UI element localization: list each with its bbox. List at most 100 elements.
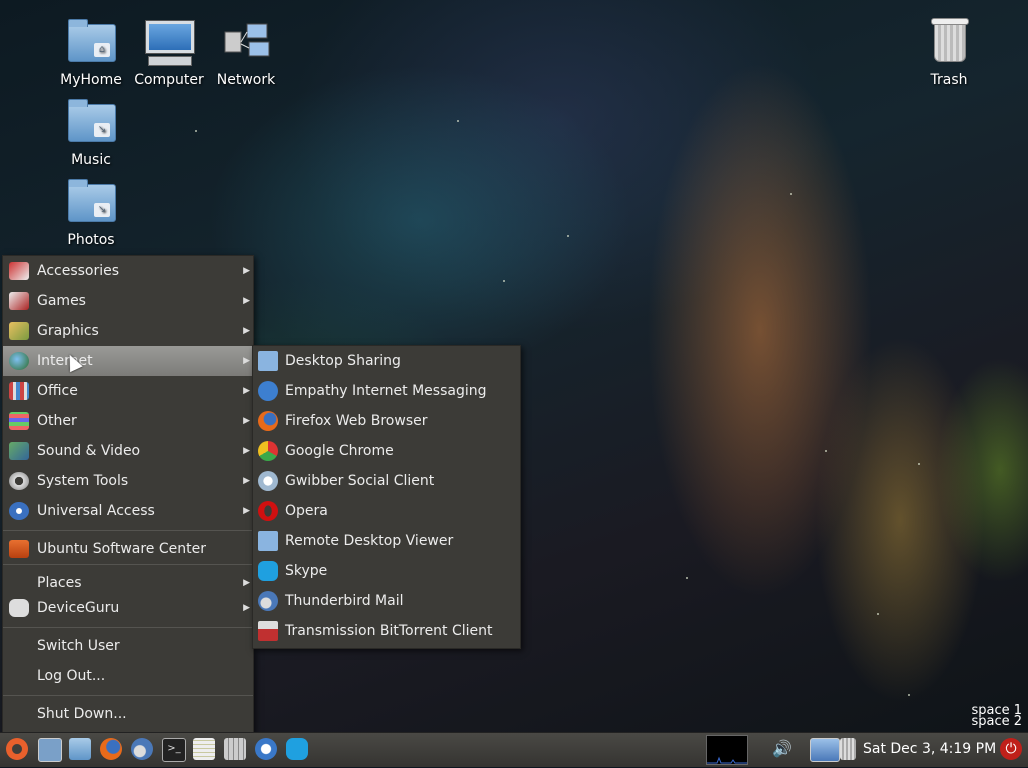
submenu-arrow-icon: ▶ — [243, 266, 250, 276]
submenu-item-label: Google Chrome — [285, 443, 394, 459]
opera-icon — [258, 501, 278, 521]
menu-item-internet[interactable]: Internet ▶ — [3, 346, 253, 376]
show-desktop-icon[interactable] — [38, 738, 62, 762]
menu-item-label: Graphics — [37, 323, 99, 339]
ubuntu-menu-icon[interactable] — [6, 738, 28, 760]
desktop-icon-label: Photos — [67, 232, 115, 248]
desktop-icon-label: Trash — [930, 72, 968, 88]
workspace-2-label[interactable]: space 2 — [971, 715, 1022, 728]
submenu-item-gwibber[interactable]: Gwibber Social Client — [253, 466, 520, 496]
submenu-item-label: Skype — [285, 563, 328, 579]
desktop-icon-label: Network — [216, 72, 276, 88]
submenu-item-desktop-sharing[interactable]: Desktop Sharing — [253, 346, 520, 376]
volume-icon[interactable]: 🔊 — [771, 738, 793, 760]
menu-item-deviceguru[interactable]: DeviceGuru ▶ — [3, 593, 253, 623]
menu-item-label: DeviceGuru — [37, 600, 120, 616]
sound-video-icon — [9, 442, 29, 460]
chrome-icon — [258, 441, 278, 461]
menu-item-graphics[interactable]: Graphics ▶ — [3, 316, 253, 346]
trash-icon — [931, 18, 969, 62]
skype-icon[interactable] — [286, 738, 308, 760]
submenu-item-empathy[interactable]: Empathy Internet Messaging — [253, 376, 520, 406]
deviceguru-icon — [9, 599, 29, 617]
submenu-item-transmission[interactable]: Transmission BitTorrent Client — [253, 616, 520, 646]
photos-folder-icon: ↘ — [68, 179, 116, 222]
firefox-icon[interactable] — [100, 738, 122, 760]
music-folder-icon: ↘ — [68, 99, 116, 142]
office-icon — [9, 382, 29, 400]
workspace-indicator[interactable]: space 1 space 2 — [971, 704, 1022, 728]
cpu-monitor-icon[interactable] — [706, 735, 748, 765]
thunderbird-icon[interactable] — [131, 738, 153, 760]
desktop-sharing-icon — [258, 351, 278, 371]
menu-item-ubuntu-software-center[interactable]: Ubuntu Software Center — [3, 534, 253, 564]
text-editor-icon[interactable] — [193, 738, 215, 760]
internet-icon — [9, 352, 29, 370]
power-icon[interactable]: ⏻ — [1000, 738, 1022, 760]
desktop-icon-label: Music — [71, 152, 111, 168]
menu-item-shut-down[interactable]: Shut Down... — [3, 699, 253, 729]
accessories-icon — [9, 262, 29, 280]
submenu-arrow-icon: ▶ — [243, 296, 250, 306]
universal-access-icon — [9, 502, 29, 520]
submenu-arrow-icon: ▶ — [243, 603, 250, 613]
menu-item-accessories[interactable]: Accessories ▶ — [3, 256, 253, 286]
submenu-arrow-icon: ▶ — [243, 386, 250, 396]
firefox-icon — [258, 411, 278, 431]
remote-desktop-icon — [258, 531, 278, 551]
submenu-arrow-icon: ▶ — [243, 326, 250, 336]
trash-icon[interactable] — [840, 738, 856, 760]
menu-item-log-out[interactable]: Log Out... — [3, 661, 253, 691]
transmission-icon — [258, 621, 278, 641]
empathy-icon — [258, 381, 278, 401]
network-icon[interactable] — [810, 738, 840, 762]
menu-item-label: Universal Access — [37, 503, 155, 519]
desktop-icon-computer[interactable]: Computer — [130, 18, 208, 88]
menu-separator — [3, 695, 253, 696]
taskbar: >_ 🔊 Sat Dec 3, 4:19 PM ⏻ — [0, 732, 1028, 767]
clock[interactable]: Sat Dec 3, 4:19 PM — [863, 733, 996, 767]
submenu-item-opera[interactable]: Opera — [253, 496, 520, 526]
menu-item-universal-access[interactable]: Universal Access ▶ — [3, 496, 253, 526]
submenu-item-firefox[interactable]: Firefox Web Browser — [253, 406, 520, 436]
menu-item-sound-video[interactable]: Sound & Video ▶ — [3, 436, 253, 466]
submenu-arrow-icon: ▶ — [243, 356, 250, 366]
submenu-item-label: Firefox Web Browser — [285, 413, 428, 429]
menu-item-label: Accessories — [37, 263, 120, 279]
applications-menu: Accessories ▶ Games ▶ Graphics ▶ Interne… — [2, 255, 254, 733]
menu-item-label: Games — [37, 293, 86, 309]
submenu-item-label: Desktop Sharing — [285, 353, 401, 369]
menu-item-system-tools[interactable]: System Tools ▶ — [3, 466, 253, 496]
menu-item-games[interactable]: Games ▶ — [3, 286, 253, 316]
submenu-item-skype[interactable]: Skype — [253, 556, 520, 586]
menu-item-office[interactable]: Office ▶ — [3, 376, 253, 406]
finder-icon[interactable] — [255, 738, 277, 760]
home-folder-icon: ⌂ — [68, 19, 116, 62]
submenu-arrow-icon: ▶ — [243, 446, 250, 456]
home-folder-icon[interactable] — [69, 738, 91, 760]
skype-icon — [258, 561, 278, 581]
menu-item-switch-user[interactable]: Switch User — [3, 631, 253, 661]
thunderbird-icon — [258, 591, 278, 611]
submenu-item-remote-desktop[interactable]: Remote Desktop Viewer — [253, 526, 520, 556]
submenu-arrow-icon: ▶ — [243, 416, 250, 426]
submenu-item-label: Opera — [285, 503, 328, 519]
menu-item-label: Sound & Video — [37, 443, 141, 459]
desktop-icon-myhome[interactable]: ⌂ MyHome — [52, 18, 130, 88]
desktop-icon-trash[interactable]: Trash — [910, 18, 988, 88]
menu-item-label: Log Out... — [37, 668, 106, 684]
submenu-item-google-chrome[interactable]: Google Chrome — [253, 436, 520, 466]
menu-item-other[interactable]: Other ▶ — [3, 406, 253, 436]
submenu-item-label: Transmission BitTorrent Client — [285, 623, 493, 639]
desktop-icon-photos[interactable]: ↘ Photos — [52, 178, 130, 248]
submenu-item-thunderbird[interactable]: Thunderbird Mail — [253, 586, 520, 616]
calculator-icon[interactable] — [224, 738, 246, 760]
desktop-icon-network[interactable]: Network — [207, 18, 285, 88]
menu-separator — [3, 627, 253, 628]
submenu-item-label: Remote Desktop Viewer — [285, 533, 454, 549]
desktop-icon-music[interactable]: ↘ Music — [52, 98, 130, 168]
graphics-icon — [9, 322, 29, 340]
desktop-icon-label: MyHome — [60, 72, 122, 88]
submenu-arrow-icon: ▶ — [243, 476, 250, 486]
terminal-icon[interactable]: >_ — [162, 738, 186, 762]
